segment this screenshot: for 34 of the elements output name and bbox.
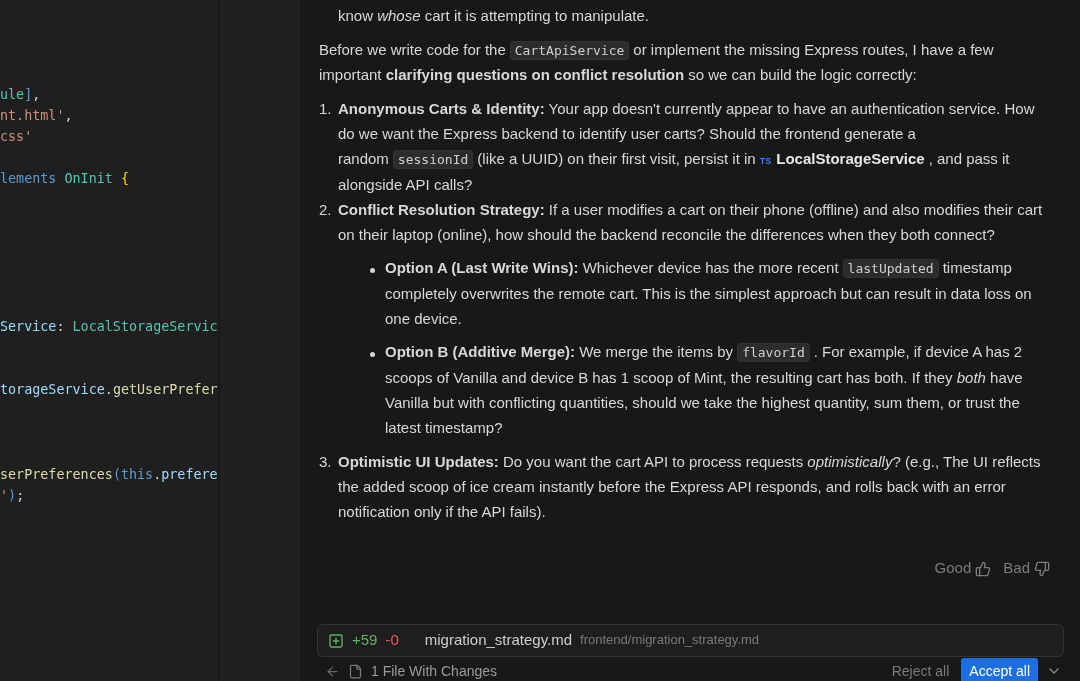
question-text: Conflict Resolution Strategy: If a user modifies a cart on their phone (offline) and also modifies their cart on their laptop (online), how should the backend reconcile the differences when they both connect? [338,199,1044,245]
file-icon [348,663,363,679]
accept-all-button[interactable]: Accept all [961,657,1038,681]
code-line: serPreferences(this.prefere [0,466,218,482]
question-text: Optimistic UI Updates: Do you want the cart API to process requests optimistically? (e.g., The UI reflects the added scoop of ice cream instantly before the Express API responds, and rolls back with an error notification only if the API fails). [338,452,1042,522]
message-text: know whose cart it is attempting to manipulate. [338,6,649,26]
code-line: lements OnInit { [0,171,129,187]
bullet-icon [370,352,375,358]
file-name: migration_strategy.md [424,630,573,651]
file-path: frontend/migration_strategy.md [580,631,760,650]
code-line: '); [0,487,25,503]
code-line: Service: LocalStorageServic [0,319,218,335]
list-number: 3. [319,452,333,473]
code-line: torageService.getUserPrefer [0,382,218,398]
message-paragraph: Before we write code for the CartApiService or implement the missing Express routes, I have a few important clarifying questions on conflict resolution so we can build the logic correctly: [319,39,995,86]
reject-all-button[interactable]: Reject all [887,658,954,681]
question-text: Anonymous Carts & Identity: Your app doesn't currently appear to have an authentication service. How do we want the Express backend to identify user carts? Should the frontend generate a random sessionId (like a UUID) on their first visit, persist it in TS LocalStorageService , and pass it alongside API calls? [338,99,1036,196]
thumbs-down-icon [1034,560,1050,577]
bad-button[interactable]: Bad [1003,556,1050,582]
good-button[interactable]: Good [934,556,992,582]
option-text: Option A (Last Write Wins): Whichever device has the more recent lastUpdated timestamp completely overwrites the remote cart. This is the simplest approach but can result in data loss on one device. [385,258,1033,329]
bullet-icon [370,268,375,274]
lines-added: +59 [352,630,378,651]
code-line: css' [0,129,33,145]
changed-file-bar[interactable]: +59 -0 migration_strategy.md frontend/migration_strategy.md [317,624,1064,657]
lines-removed: -0 [385,630,399,651]
code-line: nt.html', [0,108,73,124]
add-file-icon [328,632,344,649]
changes-summary: 1 File With Changes [371,661,498,681]
list-number: 2. [319,199,333,220]
list-number: 1. [319,99,333,120]
thumbs-up-icon [975,560,992,577]
code-line: ule], [0,87,41,102]
option-text: Option B (Additive Merge): We merge the items by flavorId . For example, if device A has 2 scoops of Vanilla and device B has 1 scoop of Mint, the resulting cart has both. If they both have Vanilla but with conflicting quantities, should we take the highest quantity, sum them, or trust the latest timestamp? [385,342,1024,438]
